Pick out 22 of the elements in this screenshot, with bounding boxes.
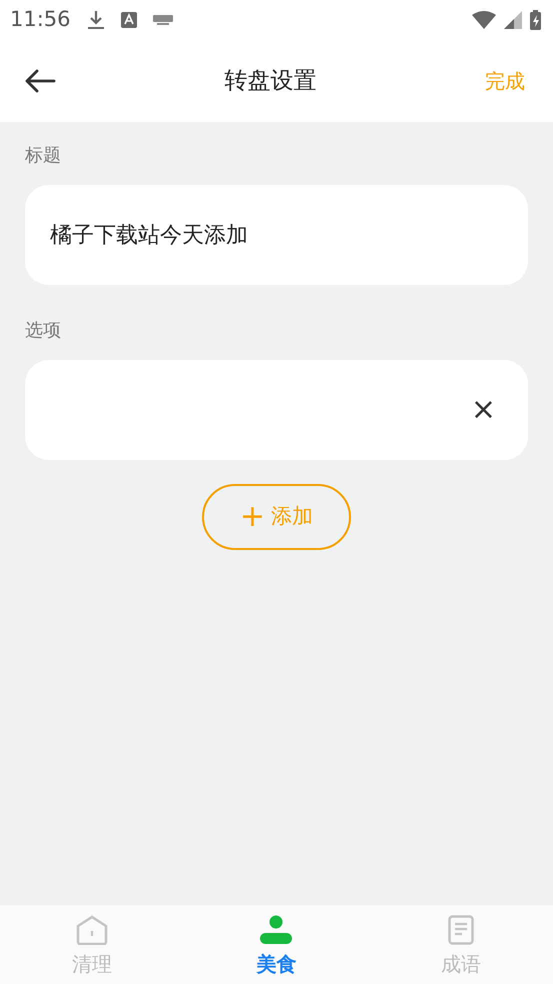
back-arrow-icon <box>24 69 56 94</box>
tab-item[interactable]: 美食 <box>184 905 369 984</box>
document-icon <box>448 915 474 945</box>
tab-item[interactable]: 清理 <box>0 905 184 984</box>
home-icon <box>76 915 108 945</box>
back-button[interactable] <box>24 68 56 94</box>
remove-button[interactable]: × <box>466 395 500 425</box>
done-button[interactable]: 完成 <box>485 66 525 96</box>
wifi-icon <box>472 11 496 29</box>
download-icon <box>86 10 105 30</box>
battery-icon <box>530 10 541 30</box>
section-label: 标题 <box>25 144 62 168</box>
signal-icon <box>504 11 522 29</box>
page-title: 转盘设置 <box>224 68 316 94</box>
title-field[interactable]: 橘子下载站今天添加 <box>25 185 528 285</box>
person-icon <box>260 915 292 945</box>
keyboard-icon <box>152 15 173 25</box>
status-time: 11:56 <box>10 6 71 34</box>
section-label: 选项 <box>25 319 62 343</box>
add-button[interactable]: + 添加 <box>202 484 351 550</box>
font-icon <box>120 12 137 28</box>
tab-item[interactable]: 成语 <box>368 905 553 984</box>
